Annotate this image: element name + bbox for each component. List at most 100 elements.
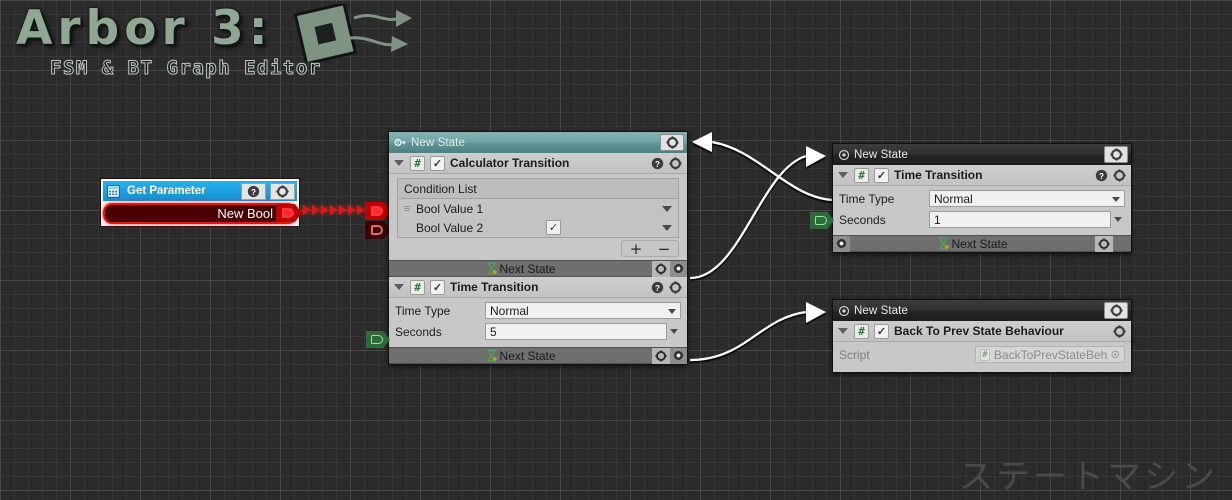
- input-port-time-transition[interactable]: [366, 331, 390, 348]
- behaviour-title: Calculator Transition: [450, 156, 569, 170]
- output-port-new-bool[interactable]: [276, 204, 302, 222]
- next-state-bar-calculator[interactable]: Next State: [389, 260, 687, 277]
- behaviour-enabled-checkbox[interactable]: ✓: [874, 324, 889, 339]
- next-state-label: Next State: [499, 349, 555, 363]
- node-state-bottom-right[interactable]: New State # ✓ Back To Prev State Behavio…: [832, 299, 1132, 373]
- behaviour-enabled-checkbox[interactable]: ✓: [430, 156, 445, 171]
- question-mark-icon[interactable]: ?: [651, 157, 664, 170]
- behaviour-header-time-transition[interactable]: # ✓ Time Transition ?: [389, 277, 687, 298]
- foldout-arrow-icon[interactable]: [394, 284, 404, 290]
- behaviour-title: Time Transition: [450, 280, 538, 294]
- add-condition-button[interactable]: +: [622, 241, 650, 256]
- gear-icon[interactable]: [1113, 169, 1126, 182]
- behaviour-header-calculator-transition[interactable]: # ✓ Calculator Transition ?: [389, 153, 687, 174]
- node-state-top-right[interactable]: New State # ✓ Time Transition: [832, 143, 1132, 253]
- drag-handle-icon[interactable]: ≡: [404, 205, 416, 213]
- next-state-output-port[interactable]: [833, 236, 850, 252]
- help-button[interactable]: ?: [241, 183, 266, 200]
- behaviour-enabled-checkbox[interactable]: ✓: [874, 168, 889, 183]
- script-badge-icon: #: [410, 156, 425, 171]
- gear-icon: [1110, 148, 1123, 161]
- time-transition-properties: Time Type Normal Seconds 5: [389, 298, 687, 347]
- node-get-parameter[interactable]: Get Parameter ? New B: [100, 178, 300, 227]
- question-mark-icon[interactable]: ?: [651, 281, 664, 294]
- condition-value-checkbox[interactable]: ✓: [546, 220, 561, 235]
- question-mark-icon[interactable]: ?: [1095, 169, 1108, 182]
- time-type-dropdown[interactable]: Normal: [929, 190, 1125, 207]
- behaviour-title: Back To Prev State Behaviour: [894, 324, 1064, 338]
- get-parameter-header[interactable]: Get Parameter ?: [103, 181, 297, 201]
- condition-list-wrapper: Condition List ≡ Bool Value 1 Bool Value…: [389, 174, 687, 238]
- parameter-link-arrows: [303, 205, 364, 215]
- behaviour-header-back-to-prev-state[interactable]: # ✓ Back To Prev State Behaviour: [833, 321, 1131, 342]
- foldout-arrow-icon[interactable]: [394, 160, 404, 166]
- calculator-icon: [107, 185, 120, 198]
- script-badge-icon: #: [854, 168, 869, 183]
- property-row-seconds: Seconds 1: [839, 210, 1125, 229]
- logo-title: Arbor 3:: [16, 2, 406, 56]
- seconds-dropdown-arrow[interactable]: [667, 329, 681, 334]
- property-row-time-type: Time Type Normal: [395, 301, 681, 320]
- gear-icon[interactable]: [669, 157, 682, 170]
- property-row-script: Script # BackToPrevStateBeh: [839, 345, 1125, 364]
- object-picker-icon[interactable]: [1111, 349, 1120, 360]
- foldout-arrow-icon[interactable]: [838, 328, 848, 334]
- foldout-arrow-icon[interactable]: [838, 172, 848, 178]
- property-label: Seconds: [839, 213, 929, 227]
- next-state-output-port[interactable]: [670, 261, 687, 277]
- next-state-label: Next State: [951, 237, 1007, 251]
- script-object-field[interactable]: # BackToPrevStateBeh: [975, 346, 1125, 363]
- state-bottomright-header[interactable]: New State: [833, 300, 1131, 321]
- seconds-input[interactable]: 1: [929, 211, 1111, 228]
- arrowhead-topright: [806, 146, 826, 167]
- script-badge-icon: #: [410, 280, 425, 295]
- input-port-topright[interactable]: [810, 212, 834, 229]
- behaviour-title: Time Transition: [894, 168, 982, 182]
- graph-canvas[interactable]: Arbor 3: FSM & BT Graph Editor: [0, 0, 1232, 500]
- next-state-settings-button[interactable]: [652, 348, 670, 364]
- hourglass-plus-icon: [485, 262, 498, 275]
- time-transition-properties-tr: Time Type Normal Seconds 1: [833, 186, 1131, 235]
- watermark-text: ステートマシン: [959, 449, 1218, 498]
- seconds-input[interactable]: 5: [485, 323, 667, 340]
- condition-row[interactable]: ≡ Bool Value 1: [398, 199, 678, 218]
- state-topright-settings-button[interactable]: [1104, 146, 1128, 163]
- behaviour-header-time-transition-tr[interactable]: # ✓ Time Transition ?: [833, 165, 1131, 186]
- state-topright-title: New State: [854, 149, 1104, 161]
- next-state-bar-tr[interactable]: Next State: [833, 235, 1131, 252]
- next-state-bar-time[interactable]: Next State: [389, 347, 687, 364]
- behaviour-enabled-checkbox[interactable]: ✓: [430, 280, 445, 295]
- get-parameter-title: Get Parameter: [127, 185, 237, 197]
- gear-icon: [1098, 238, 1110, 250]
- state-bottomright-settings-button[interactable]: [1104, 302, 1128, 319]
- seconds-dropdown-arrow[interactable]: [1111, 217, 1125, 222]
- next-state-label: Next State: [499, 262, 555, 276]
- next-state-settings-button[interactable]: [1095, 236, 1113, 252]
- state-main-title: New State: [411, 137, 660, 149]
- gear-icon: [276, 185, 289, 198]
- state-link-icon: [394, 136, 407, 149]
- property-row-time-type: Time Type Normal: [839, 189, 1125, 208]
- question-mark-icon: ?: [247, 185, 260, 198]
- next-state-settings-button[interactable]: [652, 261, 670, 277]
- state-main-header[interactable]: New State: [389, 132, 687, 153]
- condition-row[interactable]: Bool Value 2 ✓: [398, 218, 678, 237]
- logo-mark-icon: [276, 4, 416, 62]
- output-slot-new-bool[interactable]: New Bool: [103, 203, 297, 224]
- time-type-dropdown[interactable]: Normal: [485, 302, 681, 319]
- gear-icon[interactable]: [669, 281, 682, 294]
- settings-button[interactable]: [270, 183, 295, 200]
- gear-icon[interactable]: [1113, 325, 1126, 338]
- svg-text:?: ?: [1099, 171, 1104, 180]
- arrowhead-main-left: [692, 132, 712, 152]
- remove-condition-button[interactable]: −: [650, 241, 678, 256]
- script-badge-icon: #: [980, 349, 990, 361]
- state-topright-header[interactable]: New State: [833, 144, 1131, 165]
- chevron-down-icon[interactable]: [662, 225, 672, 231]
- arbor-logo: Arbor 3: FSM & BT Graph Editor: [14, 2, 404, 86]
- next-state-output-port[interactable]: [670, 348, 687, 364]
- state-main-settings-button[interactable]: [660, 134, 684, 151]
- chevron-down-icon[interactable]: [662, 206, 672, 212]
- edge-topright-to-main: [712, 142, 836, 200]
- node-state-main[interactable]: New State # ✓ Calculator Transition: [388, 131, 688, 365]
